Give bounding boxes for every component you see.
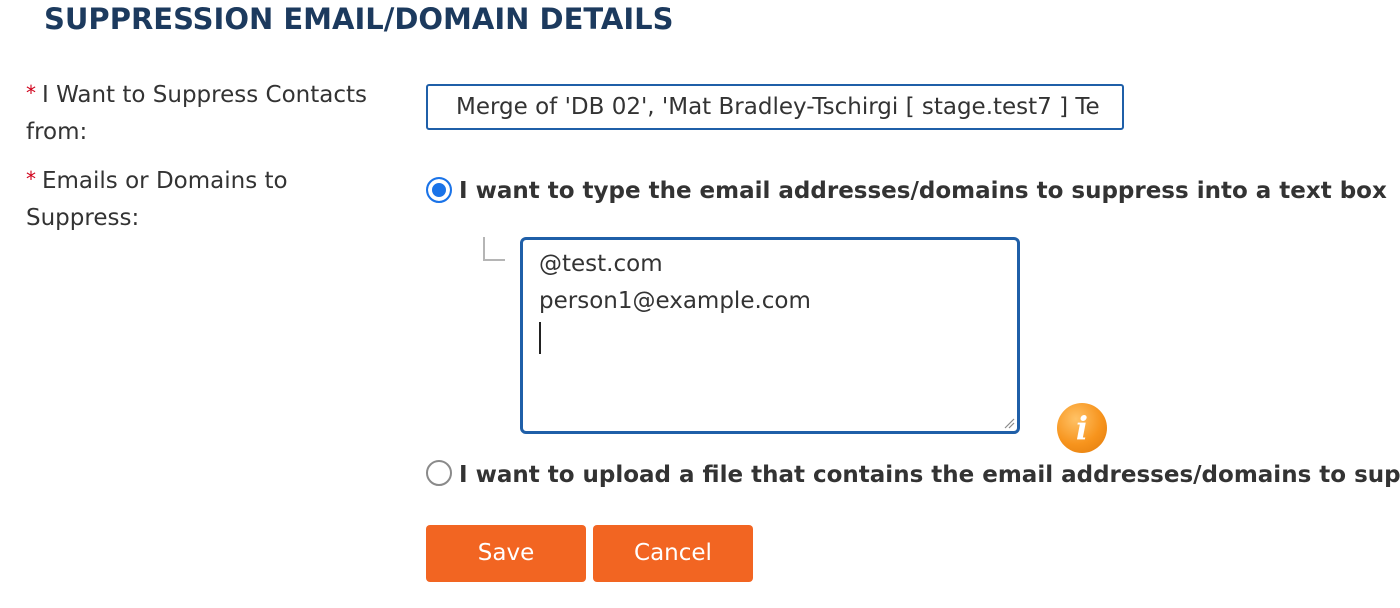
required-marker: * xyxy=(26,81,36,105)
textarea-line: person1@example.com xyxy=(539,288,811,314)
radio-type-into-box[interactable] xyxy=(426,177,452,203)
branch-connector xyxy=(483,237,505,261)
info-icon[interactable]: i xyxy=(1057,403,1107,453)
section-title: SUPPRESSION EMAIL/DOMAIN DETAILS xyxy=(44,2,674,36)
suppress-from-label: * I Want to Suppress Contacts from: xyxy=(26,77,406,151)
radio-upload-file[interactable] xyxy=(426,460,452,486)
resize-grip-icon[interactable] xyxy=(1003,417,1015,429)
cancel-button[interactable]: Cancel xyxy=(593,525,753,582)
radio-type-into-box-label[interactable]: I want to type the email addresses/domai… xyxy=(459,176,1387,206)
emails-domains-label-text: Emails or Domains to Suppress: xyxy=(26,168,288,231)
required-marker: * xyxy=(26,167,36,191)
save-button[interactable]: Save xyxy=(426,525,586,582)
textarea-line: @test.com xyxy=(539,251,663,277)
emails-domains-label: * Emails or Domains to Suppress: xyxy=(26,163,326,237)
radio-upload-file-label[interactable]: I want to upload a file that contains th… xyxy=(459,460,1400,490)
emails-textarea[interactable]: @test.com person1@example.com xyxy=(520,237,1020,434)
text-caret xyxy=(539,322,541,354)
suppress-from-select[interactable]: Merge of 'DB 02', 'Mat Bradley-Tschirgi … xyxy=(426,84,1124,130)
suppress-from-label-text: I Want to Suppress Contacts from: xyxy=(26,82,367,145)
